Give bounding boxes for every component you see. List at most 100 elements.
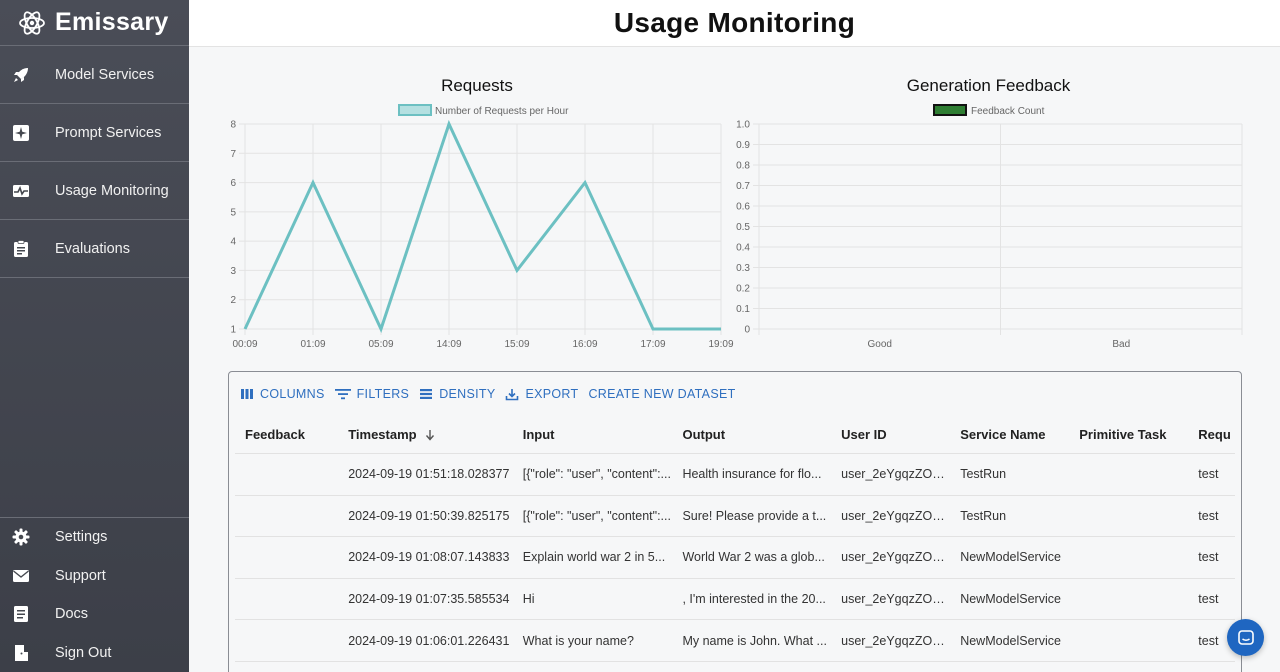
atom-logo-icon [19,10,45,35]
user-id-cell: user_2eYgqzZOU... [841,467,951,482]
requester-cell: test [1198,467,1219,482]
column-header[interactable]: Output [672,427,831,442]
sidebar-item-usage-monitoring[interactable]: Usage Monitoring [0,162,189,220]
sidebar-item-label: Usage Monitoring [55,182,169,199]
x-tick-label: 15:09 [504,339,529,350]
legend-label: Feedback Count [971,106,1045,117]
density-icon [420,389,433,399]
input-cell: What is your name? [522,633,634,648]
requester-cell: test [1198,550,1219,565]
rocket-icon [12,66,30,84]
y-tick-label: 0.5 [736,222,750,233]
density-label: DENSITY [439,387,496,401]
x-tick-label: Bad [1112,339,1130,350]
download-icon [506,388,519,400]
sidebar-item-evaluations[interactable]: Evaluations [0,220,189,278]
create-dataset-label: CREATE NEW DATASET [588,387,736,401]
column-header[interactable]: Feedback [235,427,338,442]
density-button[interactable]: DENSITY [419,387,495,401]
sidebar-item-label: Model Services [55,66,155,83]
columns-icon [241,389,253,399]
column-header[interactable]: User ID [831,427,950,442]
y-tick-label: 0.4 [736,243,750,254]
column-header[interactable]: Input [513,427,673,442]
series-line [243,119,721,334]
chart-title: Requests [441,76,513,95]
y-tick-label: 7 [230,149,236,160]
chat-bubble-icon [1237,629,1254,645]
y-tick-label: 0.9 [736,140,750,151]
requester-cell: test [1198,592,1219,607]
sidebar-item-settings[interactable]: Settings [0,518,189,557]
input-cell: [{"role": "user", "content":... [522,508,671,523]
y-tick-label: 2 [230,295,236,306]
sidebar-item-support[interactable]: Support [0,557,189,596]
output-cell: My name is John. What ... [682,633,827,648]
column-header[interactable]: Timestamp [338,427,513,442]
sidebar-item-docs[interactable]: Docs [0,595,189,634]
create-dataset-button[interactable]: CREATE NEW DATASET [588,387,735,401]
gear-icon [12,528,30,546]
table-header-row: Feedback Timestamp Input Output User ID … [235,416,1235,454]
output-cell: Sure! Please provide a t... [682,508,827,523]
table-row[interactable]: 2024-09-19 01:51:18.028377 [{"role": "us… [235,454,1235,496]
user-id-cell: user_2eYgqzZOU... [841,633,951,648]
input-cell: Hi [522,592,535,607]
x-tick-label: 14:09 [436,339,461,350]
table-row[interactable]: 2024-09-19 01:50:39.825175 [{"role": "us… [235,496,1235,538]
sort-down-arrow-icon[interactable] [425,429,435,441]
timestamp-cell: 2024-09-19 01:06:01.226431 [348,633,510,648]
legend-swatch [398,104,432,116]
table-row[interactable]: 2024-09-19 01:07:35.585534 Hi , I'm inte… [235,579,1235,621]
timestamp-cell: 2024-09-19 01:08:07.143833 [348,550,510,565]
column-header[interactable]: Primitive Task [1069,427,1188,442]
chat-support-button[interactable] [1227,619,1264,656]
y-tick-label: 4 [230,237,236,248]
sidebar-item-label: Evaluations [55,240,130,257]
brand-name: Emissary [55,8,169,36]
sidebar-item-model-services[interactable]: Model Services [0,46,189,104]
filters-button[interactable]: FILTERS [334,387,410,401]
legend-swatch [933,104,967,116]
y-tick-label: 3 [230,266,236,277]
export-button[interactable]: EXPORT [505,387,578,401]
input-cell: Explain world war 2 in 5... [522,550,666,565]
y-tick-label: 5 [230,207,236,218]
table-toolbar: COLUMNS FILTERS DENSITY EXPORT CREATE NE… [229,372,1241,416]
chart-title: Generation Feedback [907,76,1071,95]
x-tick-label: 01:09 [300,339,325,350]
usage-table: COLUMNS FILTERS DENSITY EXPORT CREATE NE… [228,371,1242,672]
sidebar-item-prompt-services[interactable]: Prompt Services [0,104,189,162]
sidebar: Emissary Model Services Prompt Services … [0,0,189,672]
brand[interactable]: Emissary [0,0,189,46]
legend-label: Number of Requests per Hour [435,106,569,117]
sparkle-box-icon [12,124,30,142]
table-row[interactable]: 2024-09-19 01:08:07.143833 Explain world… [235,537,1235,579]
user-id-cell: user_2eYgqzZOU... [841,508,951,523]
columns-button[interactable]: COLUMNS [240,387,325,401]
column-header[interactable]: Service Name [950,427,1069,442]
timestamp-cell: 2024-09-19 01:51:18.028377 [348,467,510,482]
y-tick-label: 0.2 [736,284,750,295]
filters-label: FILTERS [356,387,410,401]
columns-label: COLUMNS [260,387,325,401]
x-tick-label: 17:09 [640,339,665,350]
sidebar-item-label: Docs [55,606,89,623]
y-tick-label: 0.7 [736,181,750,192]
service-name-cell: NewModelService [960,633,1061,648]
output-cell: , I'm interested in the 20... [682,592,826,607]
y-tick-label: 0.8 [736,161,750,172]
x-tick-label: 19:09 [708,339,733,350]
requester-cell: test [1198,508,1219,523]
y-tick-label: 8 [230,120,236,131]
user-id-cell: user_2eYgqzZOU... [841,592,951,607]
sidebar-bottom-nav: Settings Support Docs Sign Out [0,517,189,672]
sidebar-item-label: Sign Out [55,644,112,661]
pulse-icon [12,182,30,200]
user-id-cell: user_2eYgqzZOU... [841,550,951,565]
table-row[interactable]: 2024-09-19 01:06:01.226431 What is your … [235,620,1235,662]
sidebar-item-sign-out[interactable]: Sign Out [0,634,189,672]
page-header: Usage Monitoring [189,0,1280,47]
export-label: EXPORT [525,387,579,401]
column-header[interactable]: Requ [1188,427,1235,442]
